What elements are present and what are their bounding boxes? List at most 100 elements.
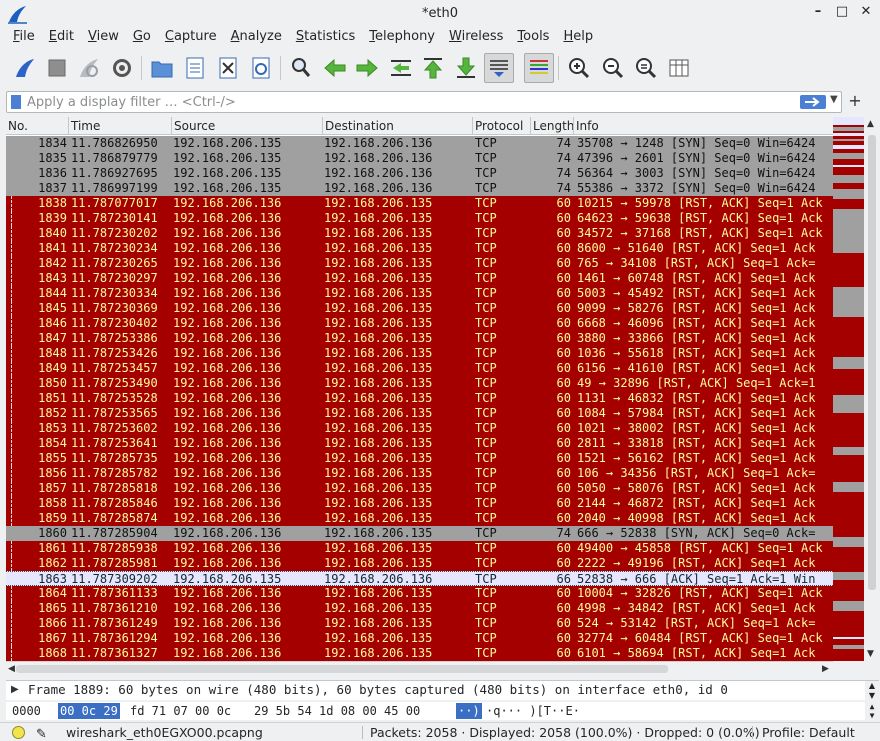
menu-help[interactable]: Help (556, 28, 600, 48)
autoscroll-icon[interactable] (484, 53, 514, 83)
scroll-left-icon[interactable]: ◀ (8, 662, 15, 676)
maximize-icon[interactable]: □ (834, 4, 850, 20)
menu-go[interactable]: Go (126, 28, 158, 48)
open-file-icon[interactable] (147, 53, 177, 83)
packet-details-pane[interactable]: ▶ Frame 1889: 60 bytes on wire (480 bits… (6, 680, 879, 701)
menu-file[interactable]: File (6, 28, 42, 48)
go-forward-icon[interactable] (352, 53, 382, 83)
packet-row[interactable]: 1852 11.787253565 192.168.206.136 192.168.2… (6, 406, 833, 421)
column-header-source[interactable]: Source (172, 117, 323, 135)
go-to-packet-icon[interactable] (386, 53, 416, 83)
packet-row[interactable]: 1851 11.787253528 192.168.206.136 192.168.2… (6, 391, 833, 406)
capture-options-icon[interactable] (107, 53, 137, 83)
column-header-length[interactable]: Length (531, 117, 574, 135)
packet-row[interactable]: 1844 11.787230334 192.168.206.136 192.168.2… (6, 286, 833, 301)
packet-list[interactable]: No. Time Source Destination Protocol Len… (6, 117, 833, 661)
packet-row[interactable]: 1855 11.787285735 192.168.206.136 192.168.2… (6, 451, 833, 466)
bytes-ascii-selected[interactable]: ··) (456, 703, 482, 719)
filter-history-dropdown-icon[interactable]: ▼ (830, 94, 838, 105)
frame-summary-line[interactable]: Frame 1889: 60 bytes on wire (480 bits),… (28, 682, 728, 697)
packet-row[interactable]: 1848 11.787253426 192.168.206.136 192.168.2… (6, 346, 833, 361)
last-packet-icon[interactable] (451, 53, 481, 83)
expand-arrow-icon[interactable]: ▶ (11, 684, 19, 695)
packet-row[interactable]: 1850 11.787253490 192.168.206.136 192.168.2… (6, 376, 833, 391)
menu-edit[interactable]: Edit (42, 28, 81, 48)
scroll-down-icon[interactable]: ▼ (867, 649, 874, 659)
packet-row[interactable]: 1849 11.787253457 192.168.206.136 192.168.2… (6, 361, 833, 376)
packet-row[interactable]: 1862 11.787285981 192.168.206.136 192.168.2… (6, 556, 833, 571)
packet-row[interactable]: 1858 11.787285846 192.168.206.136 192.168.2… (6, 496, 833, 511)
find-packet-icon[interactable] (286, 53, 316, 83)
packet-row[interactable]: 1861 11.787285938 192.168.206.136 192.168.2… (6, 541, 833, 556)
details-scrollbar[interactable]: ▲ ▼ (865, 681, 879, 701)
packet-row[interactable]: 1843 11.787230297 192.168.206.136 192.168.2… (6, 271, 833, 286)
zoom-out-icon[interactable] (598, 53, 628, 83)
save-file-icon[interactable] (180, 53, 210, 83)
menu-telephony[interactable]: Telephony (362, 28, 442, 48)
column-header-protocol[interactable]: Protocol (473, 117, 531, 135)
zoom-in-icon[interactable] (564, 53, 594, 83)
menu-tools[interactable]: Tools (510, 28, 556, 48)
reload-file-icon[interactable] (246, 53, 276, 83)
packet-row[interactable]: 1834 11.786826950 192.168.206.135 192.168.2… (6, 136, 833, 151)
packet-row[interactable]: 1847 11.787253386 192.168.206.136 192.168.2… (6, 331, 833, 346)
packet-minimap[interactable] (833, 117, 864, 661)
menu-capture[interactable]: Capture (158, 28, 224, 48)
packet-row[interactable]: 1837 11.786997199 192.168.206.135 192.168.2… (6, 181, 833, 196)
go-back-icon[interactable] (320, 53, 350, 83)
menu-wireless[interactable]: Wireless (442, 28, 510, 48)
scroll-up-icon[interactable]: ▲ (867, 119, 874, 129)
packet-row[interactable]: 1859 11.787285874 192.168.206.136 192.168.2… (6, 511, 833, 526)
display-filter-input[interactable] (27, 93, 797, 111)
first-packet-icon[interactable] (418, 53, 448, 83)
packet-row[interactable]: 1857 11.787285818 192.168.206.136 192.168.2… (6, 481, 833, 496)
packet-row[interactable]: 1842 11.787230265 192.168.206.136 192.168.2… (6, 256, 833, 271)
packet-list-horizontal-scrollbar[interactable]: ◀ ▶ (6, 661, 833, 675)
normal-size-icon[interactable] (631, 53, 661, 83)
bytes-hex-group-2[interactable]: 29 5b 54 1d 08 00 45 00 (254, 702, 420, 720)
column-header-time[interactable]: Time (69, 117, 172, 135)
colorize-icon[interactable] (524, 53, 554, 83)
packet-bytes-pane[interactable]: 0000 00 0c 29 fd 71 07 00 0c 29 5b 54 1d… (6, 702, 879, 720)
scroll-right-icon[interactable]: ▶ (822, 662, 829, 676)
expert-info-indicator-icon[interactable] (12, 726, 25, 739)
packet-row[interactable]: 1839 11.787230141 192.168.206.136 192.168.2… (6, 211, 833, 226)
start-capture-icon[interactable] (10, 53, 40, 83)
vertical-scroll-thumb[interactable] (868, 135, 876, 590)
column-header-info[interactable]: Info (574, 117, 833, 135)
packet-row[interactable]: 1853 11.787253602 192.168.206.136 192.168.2… (6, 421, 833, 436)
apply-filter-arrow-icon[interactable] (800, 95, 826, 109)
packet-row[interactable]: 1856 11.787285782 192.168.206.136 192.168.2… (6, 466, 833, 481)
profile-indicator[interactable]: Profile: Default (762, 723, 855, 741)
horizontal-scroll-thumb[interactable] (16, 665, 668, 673)
capture-comment-icon[interactable]: ✎ (36, 725, 47, 741)
column-header-no[interactable]: No. (6, 117, 69, 135)
packet-row[interactable]: 1865 11.787361210 192.168.206.136 192.168.2… (6, 601, 833, 616)
minimize-icon[interactable]: – (810, 4, 826, 20)
bytes-hex-group-1[interactable]: fd 71 07 00 0c (130, 702, 231, 720)
packet-row[interactable]: 1863 11.787309202 192.168.206.135 192.168.2… (6, 571, 833, 586)
menu-statistics[interactable]: Statistics (289, 28, 362, 48)
packet-row[interactable]: 1866 11.787361249 192.168.206.136 192.168.2… (6, 616, 833, 631)
restart-capture-icon[interactable] (74, 53, 104, 83)
packet-row[interactable]: 1868 11.787361327 192.168.206.136 192.168.2… (6, 646, 833, 661)
packet-row[interactable]: 1835 11.786879779 192.168.206.135 192.168.2… (6, 151, 833, 166)
filter-bookmark-icon[interactable] (11, 95, 21, 109)
packet-row[interactable]: 1841 11.787230234 192.168.206.136 192.168.2… (6, 241, 833, 256)
close-file-icon[interactable] (213, 53, 243, 83)
packet-row[interactable]: 1867 11.787361294 192.168.206.136 192.168.2… (6, 631, 833, 646)
close-icon[interactable]: ✕ (858, 4, 874, 20)
column-header-destination[interactable]: Destination (323, 117, 473, 135)
packet-row[interactable]: 1840 11.787230202 192.168.206.136 192.168.2… (6, 226, 833, 241)
packet-row[interactable]: 1860 11.787285904 192.168.206.136 192.168.2… (6, 526, 833, 541)
bytes-ascii[interactable]: ·q··· )[T··E· (486, 702, 580, 720)
menu-analyze[interactable]: Analyze (224, 28, 289, 48)
packet-row[interactable]: 1864 11.787361133 192.168.206.136 192.168.2… (6, 586, 833, 601)
packet-row[interactable]: 1836 11.786927695 192.168.206.135 192.168.2… (6, 166, 833, 181)
bytes-scrollbar[interactable]: ▲ ▼ (865, 702, 879, 720)
menu-view[interactable]: View (81, 28, 126, 48)
stop-capture-icon[interactable] (42, 53, 72, 83)
bytes-hex-selected[interactable]: 00 0c 29 (58, 703, 120, 719)
packet-row[interactable]: 1846 11.787230402 192.168.206.136 192.168.2… (6, 316, 833, 331)
resize-columns-icon[interactable] (664, 53, 694, 83)
